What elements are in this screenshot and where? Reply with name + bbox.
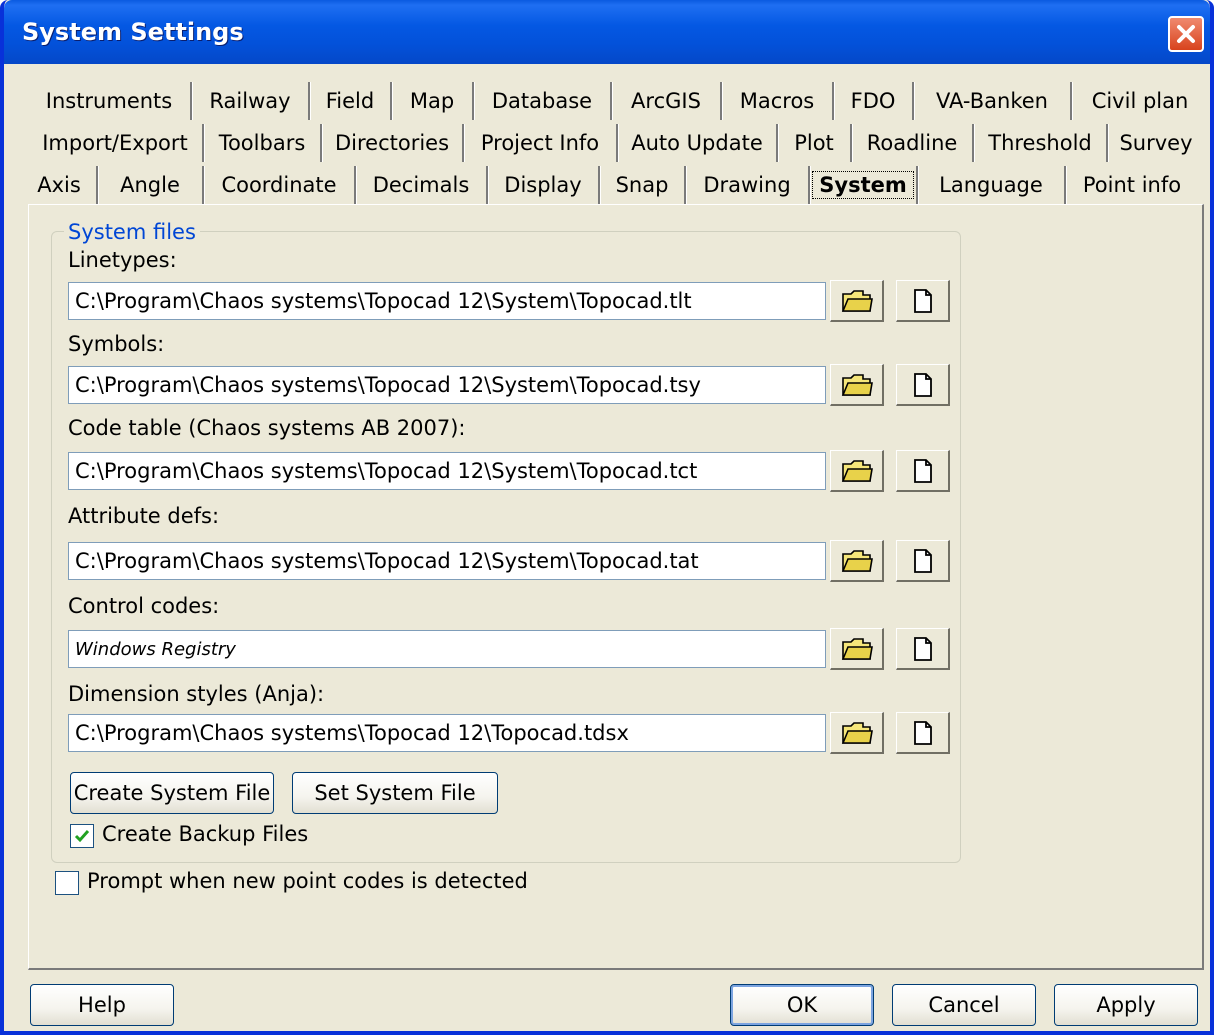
tab-arcgis[interactable]: ArcGIS bbox=[612, 82, 722, 120]
linetypes-new-button[interactable] bbox=[896, 280, 950, 322]
tab-language[interactable]: Language bbox=[918, 166, 1066, 204]
tab-database[interactable]: Database bbox=[474, 82, 612, 120]
folder-icon bbox=[841, 459, 873, 482]
window-title: System Settings bbox=[22, 18, 244, 46]
new-file-icon bbox=[913, 288, 932, 313]
tab-map[interactable]: Map bbox=[392, 82, 474, 120]
dimension-styles-browse-button[interactable] bbox=[830, 712, 884, 754]
new-file-icon bbox=[913, 636, 932, 661]
tab-survey[interactable]: Survey bbox=[1108, 124, 1204, 162]
code-table-field[interactable]: C:\Program\Chaos systems\Topocad 12\Syst… bbox=[68, 452, 826, 490]
tab-coordinate[interactable]: Coordinate bbox=[204, 166, 356, 204]
code-table-browse-button[interactable] bbox=[830, 450, 884, 492]
help-button[interactable]: Help bbox=[30, 984, 174, 1026]
code-table-label: Code table (Chaos systems AB 2007): bbox=[68, 416, 466, 440]
folder-icon bbox=[841, 549, 873, 572]
tab-strip: Instruments Railway Field Map Database A… bbox=[28, 80, 1204, 204]
new-file-icon bbox=[913, 548, 932, 573]
set-system-file-button[interactable]: Set System File bbox=[292, 772, 498, 814]
tab-auto-update[interactable]: Auto Update bbox=[618, 124, 778, 162]
folder-icon bbox=[841, 289, 873, 312]
prompt-new-codes-label: Prompt when new point codes is detected bbox=[87, 869, 528, 893]
tab-instruments[interactable]: Instruments bbox=[28, 82, 192, 120]
tab-toolbars[interactable]: Toolbars bbox=[204, 124, 322, 162]
tab-row-1: Instruments Railway Field Map Database A… bbox=[28, 80, 1208, 122]
new-file-icon bbox=[913, 458, 932, 483]
tab-field[interactable]: Field bbox=[310, 82, 392, 120]
prompt-new-codes-checkbox[interactable] bbox=[55, 871, 79, 895]
tab-directories[interactable]: Directories bbox=[322, 124, 464, 162]
cancel-button[interactable]: Cancel bbox=[892, 984, 1036, 1026]
tab-import-export[interactable]: Import/Export bbox=[28, 124, 204, 162]
system-files-group: System files Linetypes: C:\Program\Chaos… bbox=[51, 220, 961, 863]
dimension-styles-label: Dimension styles (Anja): bbox=[68, 682, 325, 706]
tab-roadline[interactable]: Roadline bbox=[852, 124, 974, 162]
tab-snap[interactable]: Snap bbox=[600, 166, 686, 204]
control-codes-browse-button[interactable] bbox=[830, 628, 884, 670]
attribute-defs-label: Attribute defs: bbox=[68, 504, 220, 528]
ok-button[interactable]: OK bbox=[730, 984, 874, 1026]
control-codes-label: Control codes: bbox=[68, 594, 220, 618]
code-table-new-button[interactable] bbox=[896, 450, 950, 492]
close-button[interactable] bbox=[1168, 16, 1204, 52]
tab-railway[interactable]: Railway bbox=[192, 82, 310, 120]
group-title: System files bbox=[64, 220, 200, 244]
dimension-styles-new-button[interactable] bbox=[896, 712, 950, 754]
linetypes-browse-button[interactable] bbox=[830, 280, 884, 322]
system-settings-dialog: System Settings Instruments Railway Fiel… bbox=[0, 0, 1214, 1035]
tab-point-info[interactable]: Point info bbox=[1066, 166, 1198, 204]
linetypes-field[interactable]: C:\Program\Chaos systems\Topocad 12\Syst… bbox=[68, 282, 826, 320]
close-icon bbox=[1177, 25, 1195, 43]
tab-threshold[interactable]: Threshold bbox=[974, 124, 1108, 162]
tab-row-3: Axis Angle Coordinate Decimals Display S… bbox=[22, 164, 1198, 206]
tab-drawing[interactable]: Drawing bbox=[686, 166, 810, 204]
tab-axis[interactable]: Axis bbox=[22, 166, 98, 204]
attribute-defs-new-button[interactable] bbox=[896, 540, 950, 582]
apply-button[interactable]: Apply bbox=[1054, 984, 1198, 1026]
folder-icon bbox=[841, 721, 873, 744]
tab-civil-plan[interactable]: Civil plan bbox=[1072, 82, 1208, 120]
symbols-new-button[interactable] bbox=[896, 364, 950, 406]
tab-panel-system: System files Linetypes: C:\Program\Chaos… bbox=[28, 204, 1204, 970]
attribute-defs-field[interactable]: C:\Program\Chaos systems\Topocad 12\Syst… bbox=[68, 542, 826, 580]
new-file-icon bbox=[913, 372, 932, 397]
tab-display[interactable]: Display bbox=[488, 166, 600, 204]
control-codes-field[interactable]: Windows Registry bbox=[68, 630, 826, 668]
folder-icon bbox=[841, 637, 873, 660]
symbols-field[interactable]: C:\Program\Chaos systems\Topocad 12\Syst… bbox=[68, 366, 826, 404]
tab-system[interactable]: System bbox=[810, 166, 918, 204]
title-bar[interactable]: System Settings bbox=[4, 0, 1210, 64]
attribute-defs-browse-button[interactable] bbox=[830, 540, 884, 582]
create-backup-checkbox[interactable] bbox=[70, 824, 94, 848]
symbols-browse-button[interactable] bbox=[830, 364, 884, 406]
create-backup-label: Create Backup Files bbox=[102, 822, 309, 846]
tab-va-banken[interactable]: VA-Banken bbox=[914, 82, 1072, 120]
tab-decimals[interactable]: Decimals bbox=[356, 166, 488, 204]
create-system-file-button[interactable]: Create System File bbox=[70, 772, 274, 814]
dimension-styles-field[interactable]: C:\Program\Chaos systems\Topocad 12\Topo… bbox=[68, 714, 826, 752]
linetypes-label: Linetypes: bbox=[68, 248, 177, 272]
control-codes-new-button[interactable] bbox=[896, 628, 950, 670]
tab-angle[interactable]: Angle bbox=[98, 166, 204, 204]
tab-fdo[interactable]: FDO bbox=[834, 82, 914, 120]
checkmark-icon bbox=[74, 830, 90, 843]
new-file-icon bbox=[913, 720, 932, 745]
symbols-label: Symbols: bbox=[68, 332, 165, 356]
tab-macros[interactable]: Macros bbox=[722, 82, 834, 120]
tab-row-2: Import/Export Toolbars Directories Proje… bbox=[28, 122, 1204, 164]
folder-icon bbox=[841, 373, 873, 396]
tab-plot[interactable]: Plot bbox=[778, 124, 852, 162]
tab-project-info[interactable]: Project Info bbox=[464, 124, 618, 162]
